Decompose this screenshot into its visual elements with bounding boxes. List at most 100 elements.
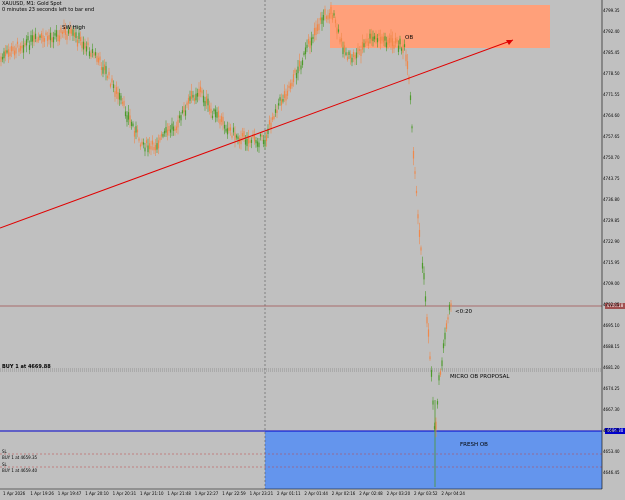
candle-body <box>447 317 449 320</box>
candle-body <box>106 76 109 79</box>
candle-body <box>304 47 307 55</box>
candle-body <box>39 35 41 38</box>
price-tick-label: 4653.40 <box>603 449 620 454</box>
candle-body <box>189 96 191 101</box>
candle-body <box>357 47 359 54</box>
candle-body <box>171 123 173 130</box>
candle-body <box>265 134 268 142</box>
buy-order-label-2[interactable]: BUY 1 at 4659.35 <box>2 455 37 460</box>
time-tick-label: 1 Apr 23:21 <box>249 491 274 496</box>
time-tick-label: 1 Apr 2026 <box>3 491 26 496</box>
candle-body <box>253 135 256 142</box>
time-tick-label: 2 Apr 04:24 <box>441 491 465 496</box>
ob-label: OB <box>405 35 414 41</box>
candle-body <box>151 140 154 145</box>
candle-body <box>184 110 187 116</box>
candle-body <box>264 139 266 147</box>
buy-order-label[interactable]: BUY 1 at 4669.88 <box>2 364 51 370</box>
candle-body <box>225 128 227 132</box>
candle-body <box>0 56 2 62</box>
candle-body <box>445 323 448 329</box>
candle-body <box>75 32 77 39</box>
candle-body <box>282 98 284 102</box>
candle-body <box>271 117 274 120</box>
candle-body <box>417 214 419 219</box>
candle-body <box>66 34 68 40</box>
candle-body <box>256 141 259 147</box>
candle-body <box>169 129 172 133</box>
candle-body <box>343 45 346 53</box>
candle-body <box>345 52 347 55</box>
candle-body <box>198 88 200 97</box>
candle-body <box>118 92 121 100</box>
candle-body <box>57 34 59 42</box>
candle-body <box>55 30 58 37</box>
candle-body <box>381 36 383 41</box>
candle-body <box>229 127 232 131</box>
candle-body <box>393 45 395 49</box>
candle-body <box>372 36 374 42</box>
candle-body <box>132 123 134 127</box>
candle-body <box>9 52 11 57</box>
candle-body <box>402 45 404 53</box>
candle-body <box>180 115 182 121</box>
price-tick-label: 4764.60 <box>603 113 620 118</box>
candle-body <box>214 109 217 118</box>
candle-body <box>36 39 38 42</box>
candle-body <box>424 296 427 302</box>
candle-body <box>259 134 262 137</box>
candle-body <box>427 329 430 337</box>
candle-body <box>76 39 79 47</box>
candle-body <box>43 38 46 42</box>
time-tick-label: 2 Apr 03:20 <box>386 491 411 496</box>
candle-body <box>340 38 343 42</box>
price-tick-label: 4702.05 <box>603 302 620 307</box>
bar-timer-info: 0 minutes 23 seconds left to bar end <box>2 7 95 13</box>
time-tick-label: 2 Apr 01:44 <box>304 491 328 496</box>
candle-body <box>411 126 413 129</box>
candle-body <box>444 332 446 340</box>
candle-body <box>301 60 304 66</box>
candle-body <box>288 85 290 88</box>
trendline[interactable] <box>0 39 514 229</box>
candle-body <box>358 48 361 51</box>
candle-body <box>103 64 106 71</box>
candle-body <box>250 139 253 143</box>
candle-body <box>450 303 452 307</box>
candle-body <box>421 262 424 269</box>
candle-body <box>204 101 206 107</box>
price-tick-label: 4695.10 <box>603 323 620 328</box>
candle-body <box>430 369 433 377</box>
candle-body <box>168 126 170 131</box>
candle-body <box>349 53 352 59</box>
candle-body <box>18 48 20 53</box>
candle-body <box>403 44 406 47</box>
candle-body <box>201 90 203 94</box>
candle-body <box>385 42 388 48</box>
price-chart[interactable] <box>0 0 625 500</box>
candle-body <box>237 136 239 140</box>
candle-body <box>315 27 317 36</box>
candle-body <box>258 142 260 148</box>
candle-body <box>52 37 55 43</box>
candle-body <box>105 66 107 74</box>
candle-body <box>192 94 194 98</box>
candle-body <box>147 145 149 153</box>
fresh-ob-label: FRESH OB <box>460 442 488 448</box>
candle-body <box>268 120 271 125</box>
candle-body <box>355 52 358 59</box>
candle-body <box>88 51 91 57</box>
candle-body <box>27 35 29 41</box>
candle-body <box>156 143 158 150</box>
candle-body <box>261 134 263 138</box>
candle-body <box>255 140 257 144</box>
candle-body <box>177 119 179 128</box>
candle-body <box>187 97 190 104</box>
candle-body <box>15 47 17 54</box>
candle-body <box>273 115 275 119</box>
candle-body <box>81 41 83 49</box>
candle-body <box>420 247 422 251</box>
candle-body <box>163 130 166 134</box>
price-tick-label: 4771.55 <box>603 92 620 97</box>
buy-order-label-3[interactable]: BUY 1 at 4659.40 <box>2 468 37 473</box>
